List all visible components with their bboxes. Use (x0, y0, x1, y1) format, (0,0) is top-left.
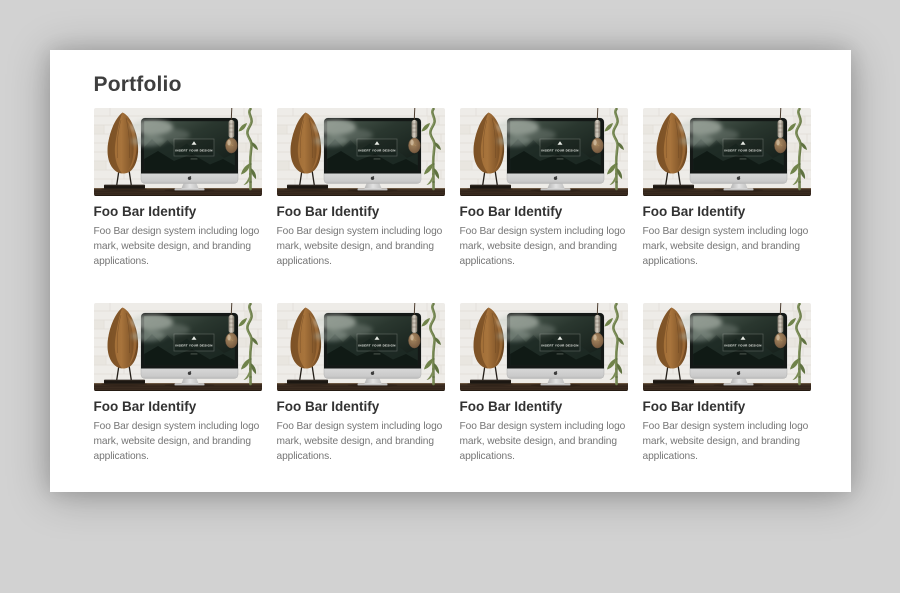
portfolio-thumbnail[interactable] (460, 108, 628, 196)
imac-mockup-photo (643, 303, 811, 391)
card-description: Foo Bar design system including logo mar… (277, 224, 445, 269)
card-description: Foo Bar design system including logo mar… (94, 224, 262, 269)
card-title: Foo Bar Identify (460, 398, 628, 415)
portfolio-card: Foo Bar Identify Foo Bar design system i… (94, 303, 262, 464)
portfolio-card: Foo Bar Identify Foo Bar design system i… (94, 108, 262, 269)
card-title: Foo Bar Identify (277, 398, 445, 415)
portfolio-thumbnail[interactable] (94, 108, 262, 196)
portfolio-card: Foo Bar Identify Foo Bar design system i… (460, 303, 628, 464)
portfolio-thumbnail[interactable] (643, 303, 811, 391)
imac-mockup-photo (460, 303, 628, 391)
card-title: Foo Bar Identify (643, 398, 811, 415)
portfolio-thumbnail[interactable] (460, 303, 628, 391)
portfolio-card: Foo Bar Identify Foo Bar design system i… (277, 303, 445, 464)
portfolio-card: Foo Bar Identify Foo Bar design system i… (643, 303, 811, 464)
card-description: Foo Bar design system including logo mar… (94, 419, 262, 464)
imac-mockup-photo (277, 303, 445, 391)
portfolio-thumbnail[interactable] (643, 108, 811, 196)
card-title: Foo Bar Identify (277, 203, 445, 220)
imac-mockup-photo (277, 108, 445, 196)
card-title: Foo Bar Identify (460, 203, 628, 220)
portfolio-thumbnail[interactable] (277, 108, 445, 196)
imac-mockup-photo (460, 108, 628, 196)
imac-mockup-photo (94, 303, 262, 391)
card-description: Foo Bar design system including logo mar… (643, 224, 811, 269)
portfolio-card: Foo Bar Identify Foo Bar design system i… (643, 108, 811, 269)
portfolio-thumbnail[interactable] (277, 303, 445, 391)
content-panel: Portfolio Foo Bar Identify Foo Bar desig… (50, 50, 851, 492)
portfolio-card: Foo Bar Identify Foo Bar design system i… (277, 108, 445, 269)
page-title: Portfolio (94, 72, 811, 98)
imac-mockup-photo (643, 108, 811, 196)
portfolio-grid: Foo Bar Identify Foo Bar design system i… (94, 108, 811, 464)
card-description: Foo Bar design system including logo mar… (460, 224, 628, 269)
card-description: Foo Bar design system including logo mar… (643, 419, 811, 464)
card-title: Foo Bar Identify (94, 398, 262, 415)
card-title: Foo Bar Identify (643, 203, 811, 220)
card-description: Foo Bar design system including logo mar… (277, 419, 445, 464)
card-description: Foo Bar design system including logo mar… (460, 419, 628, 464)
portfolio-thumbnail[interactable] (94, 303, 262, 391)
portfolio-card: Foo Bar Identify Foo Bar design system i… (460, 108, 628, 269)
card-title: Foo Bar Identify (94, 203, 262, 220)
imac-mockup-photo (94, 108, 262, 196)
